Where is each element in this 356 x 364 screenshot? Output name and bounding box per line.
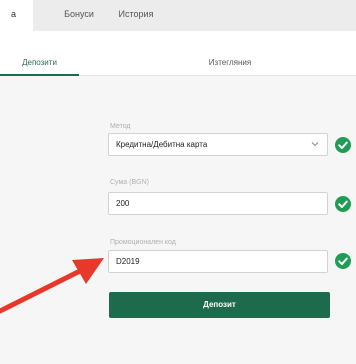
- deposit-page: а Бонуси История Депозити Изтегляния Мет…: [0, 0, 356, 364]
- deposit-form: Метод Кредитна/Дебитна карта Сума (BGN) …: [0, 76, 356, 364]
- deposit-submit-button[interactable]: Депозит: [109, 292, 330, 318]
- promo-code-value: D2019: [116, 257, 140, 266]
- tab-bonuses[interactable]: Бонуси: [54, 0, 104, 31]
- content-panel: Депозити Изтегляния Метод Кредитна/Дебит…: [0, 31, 356, 364]
- method-value: Кредитна/Дебитна карта: [116, 140, 208, 149]
- promo-check-icon: [335, 253, 351, 269]
- sub-tab-bar: Депозити Изтегляния: [0, 31, 356, 76]
- promo-code-input[interactable]: D2019: [108, 250, 328, 273]
- method-label: Метод: [110, 123, 131, 130]
- tab-history[interactable]: История: [106, 0, 166, 31]
- method-check-icon: [335, 137, 351, 153]
- tab-current[interactable]: а: [0, 0, 33, 31]
- amount-label: Сума (BGN): [110, 179, 149, 186]
- amount-check-icon: [335, 196, 351, 212]
- method-select[interactable]: Кредитна/Дебитна карта: [108, 133, 328, 156]
- tab-deposits[interactable]: Депозити: [0, 31, 79, 76]
- chevron-down-icon: [311, 142, 319, 147]
- top-tab-bar: а Бонуси История: [0, 0, 356, 32]
- amount-input[interactable]: 200: [108, 192, 328, 215]
- tab-withdrawals[interactable]: Изтегляния: [170, 31, 290, 75]
- promo-label: Промоционален код: [110, 239, 176, 246]
- amount-value: 200: [116, 199, 130, 208]
